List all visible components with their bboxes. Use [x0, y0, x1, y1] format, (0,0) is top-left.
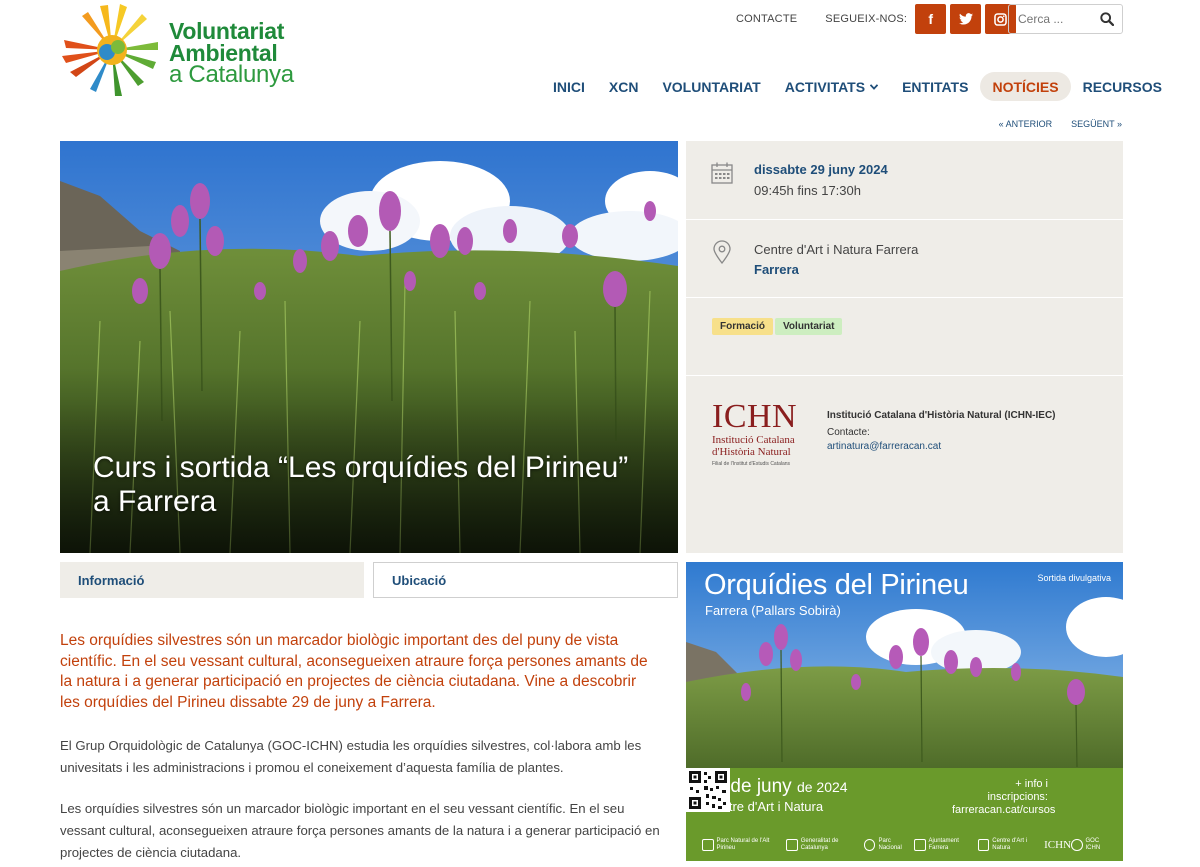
centre-art-natura-logo: Centre d'Art i Natura [977, 838, 1044, 852]
ichn-logo-acronym: ICHN [712, 398, 798, 435]
tag-voluntariat[interactable]: Voluntariat [775, 318, 843, 335]
ichn-logo-line-3: Filial de l'Institut d'Estudis Catalans [712, 461, 791, 467]
goc-logo: GOC ICHN [1071, 838, 1114, 852]
generalitat-logo: Generalitat de Catalunya [786, 838, 864, 852]
intro-text: Les orquídies silvestres són un marcador… [60, 632, 648, 711]
main-nav: INICI XCN VOLUNTARIAT ACTIVITATS ENTITAT… [541, 72, 1174, 101]
event-town[interactable]: Farrera [754, 262, 799, 277]
poster-footer-band: 29 de juny de 2024 Centre d'Art i Natura… [686, 768, 1123, 861]
page-title: Curs i sortida “Les orquídies del Pirine… [93, 451, 653, 519]
top-bar: CONTACTE SEGUEIX-NOS: f [736, 4, 1017, 34]
parc-nacional-logo: Parc Nacional [863, 838, 914, 852]
ichn-small-logo: ICHN [1044, 838, 1072, 851]
calendar-icon [711, 162, 733, 184]
poster-tag: Sortida divulgativa [1037, 573, 1111, 583]
ichn-logo-line-2: d'Història Natural [712, 446, 791, 458]
event-tags-row: Formació Voluntariat [686, 298, 1123, 376]
event-organizer-row: ICHN Institució Catalana d'Història Natu… [686, 376, 1123, 553]
nav-item-activitats[interactable]: ACTIVITATS [773, 72, 890, 101]
logo-line-3: a Catalunya [169, 61, 294, 88]
nav-item-noticies[interactable]: NOTÍCIES [980, 72, 1071, 101]
poster-sponsor-logos: Parc Natural de l'Alt Pirineu Generalita… [702, 832, 1114, 858]
logo-wordmark: Voluntariat Ambiental a Catalunya [169, 18, 294, 88]
event-date: dissabte 29 juny 2024 [754, 162, 888, 177]
page-title-line-2: a Farrera [93, 485, 217, 518]
body-paragraph-1: El Grup Orquidològic de Catalunya (GOC-I… [60, 738, 642, 775]
nav-item-xcn[interactable]: XCN [597, 72, 651, 101]
event-venue: Centre d'Art i Natura Farrera [754, 242, 919, 257]
event-date-row: dissabte 29 juny 2024 09:45h fins 17:30h [686, 141, 1123, 220]
nav-item-entitats[interactable]: ENTITATS [890, 72, 980, 101]
poster-info-line-1: + info i inscripcions: [987, 778, 1048, 803]
chevron-down-icon [869, 82, 879, 92]
twitter-icon[interactable] [950, 4, 982, 34]
previous-link[interactable]: « ANTERIOR [999, 119, 1053, 129]
organizer-contact-label: Contacte: [827, 427, 870, 438]
contact-link[interactable]: CONTACTE [736, 13, 797, 25]
organizer-email-link[interactable]: artinatura@farreracan.cat [827, 441, 941, 452]
search-input[interactable] [1018, 12, 1098, 26]
nav-item-inici[interactable]: INICI [541, 72, 597, 101]
map-pin-icon [713, 240, 731, 264]
qr-code-icon [686, 768, 730, 812]
hero-image: Curs i sortida “Les orquídies del Pirine… [60, 141, 678, 553]
social-links: f [915, 4, 1017, 34]
ajuntament-logo: Ajuntament Farrera [914, 838, 978, 852]
search-box [1008, 4, 1123, 34]
parc-natural-logo: Parc Natural de l'Alt Pirineu [702, 838, 786, 852]
event-location-row: Centre d'Art i Natura Farrera Farrera [686, 220, 1123, 298]
next-link[interactable]: SEGÜENT » [1071, 119, 1122, 129]
post-pager: « ANTERIOR SEGÜENT » [999, 119, 1122, 129]
search-icon[interactable] [1100, 12, 1114, 26]
nav-item-voluntariat[interactable]: VOLUNTARIAT [650, 72, 772, 101]
ichn-logo-line-1: Institució Catalana [712, 434, 795, 446]
tab-informacio[interactable]: Informació [60, 562, 364, 598]
event-time: 09:45h fins 17:30h [754, 183, 861, 198]
logo-line-1: Voluntariat [169, 18, 285, 44]
hands-logo-icon [62, 4, 158, 96]
poster-title: Orquídies del Pirineu [704, 569, 969, 601]
event-info-panel: dissabte 29 juny 2024 09:45h fins 17:30h… [686, 141, 1123, 553]
poster-info: + info i inscripcions: farreracan.cat/cu… [952, 778, 1055, 817]
body-paragraph-2: Les orquídies silvestres són un marcador… [60, 801, 660, 860]
page-title-line-1: Curs i sortida “Les orquídies del Pirine… [93, 451, 629, 484]
site-logo[interactable]: Voluntariat Ambiental a Catalunya [58, 2, 298, 102]
organizer-name: Institució Catalana d'Història Natural (… [827, 410, 1056, 421]
follow-label: SEGUEIX-NOS: [825, 13, 908, 25]
poster-info-line-2: farreracan.cat/cursos [952, 804, 1056, 816]
poster-subtitle: Farrera (Pallars Sobirà) [705, 603, 841, 618]
event-poster[interactable]: Orquídies del Pirineu Farrera (Pallars S… [686, 562, 1123, 861]
facebook-icon[interactable]: f [915, 4, 947, 34]
nav-item-recursos[interactable]: RECURSOS [1071, 72, 1174, 101]
ichn-logo: ICHN Institució Catalana d'Història Natu… [712, 400, 816, 472]
tag-formacio[interactable]: Formació [712, 318, 774, 335]
nav-item-activitats-label: ACTIVITATS [784, 78, 866, 95]
poster-date-year: de 2024 [796, 779, 848, 795]
tab-ubicacio[interactable]: Ubicació [373, 562, 678, 598]
